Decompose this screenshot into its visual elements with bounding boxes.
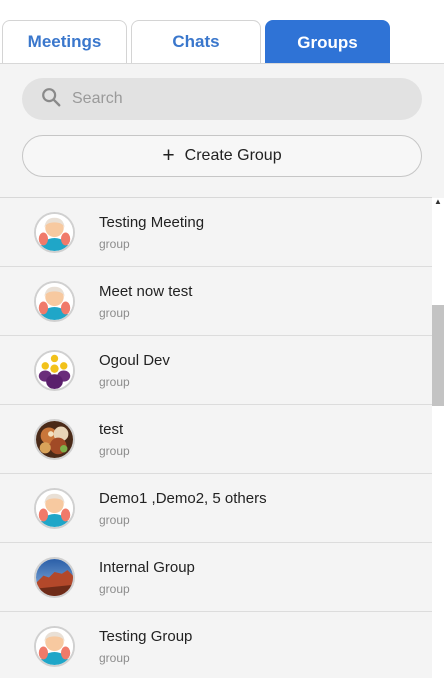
create-group-label: Create Group <box>184 147 282 164</box>
group-name: Internal Group <box>99 559 195 576</box>
group-name: Testing Group <box>99 628 193 645</box>
search-icon <box>40 86 62 113</box>
group-type: group <box>99 306 130 320</box>
search-input[interactable] <box>72 90 392 108</box>
group-type: group <box>99 237 130 251</box>
groups-panel: + Create Group Testing Meeting group Mee… <box>0 64 444 678</box>
user-avatar-icon <box>34 212 75 253</box>
list-item[interactable]: Testing Meeting group <box>0 198 432 267</box>
list-item[interactable]: Meet now test group <box>0 267 432 336</box>
scrollbar-track[interactable] <box>432 198 444 678</box>
group-type: group <box>99 651 130 665</box>
group-type: group <box>99 513 130 527</box>
scroll-up-arrow-icon[interactable]: ▲ <box>434 198 442 206</box>
team-avatar-icon <box>34 350 75 391</box>
food-photo-avatar <box>34 419 75 460</box>
group-name: test <box>99 421 124 438</box>
user-avatar-icon <box>34 626 75 667</box>
tab-groups[interactable]: Groups <box>265 20 390 64</box>
scrollbar-thumb[interactable] <box>432 305 444 406</box>
group-name: Ogoul Dev <box>99 352 170 369</box>
group-name: Demo1 ,Demo2, 5 others <box>99 490 267 507</box>
list-item[interactable]: Ogoul Dev group <box>0 336 432 405</box>
user-avatar-icon <box>34 281 75 322</box>
group-list: Testing Meeting group Meet now test grou… <box>0 198 432 678</box>
tab-bar: Meetings Chats Groups <box>0 0 444 64</box>
list-item[interactable]: Testing Group group <box>0 612 432 678</box>
plus-icon: + <box>162 143 175 167</box>
group-type: group <box>99 582 130 596</box>
list-item[interactable]: Demo1 ,Demo2, 5 others group <box>0 474 432 543</box>
tab-chats[interactable]: Chats <box>131 20 261 63</box>
landscape-photo-avatar <box>34 557 75 598</box>
group-type: group <box>99 444 130 458</box>
group-type: group <box>99 375 130 389</box>
group-name: Meet now test <box>99 283 193 300</box>
list-item[interactable]: Internal Group group <box>0 543 432 612</box>
create-group-button[interactable]: + Create Group <box>22 135 422 177</box>
group-name: Testing Meeting <box>99 214 205 231</box>
user-avatar-icon <box>34 488 75 529</box>
list-item[interactable]: test group <box>0 405 432 474</box>
tab-meetings[interactable]: Meetings <box>2 20 127 63</box>
search-bar[interactable] <box>22 78 422 120</box>
